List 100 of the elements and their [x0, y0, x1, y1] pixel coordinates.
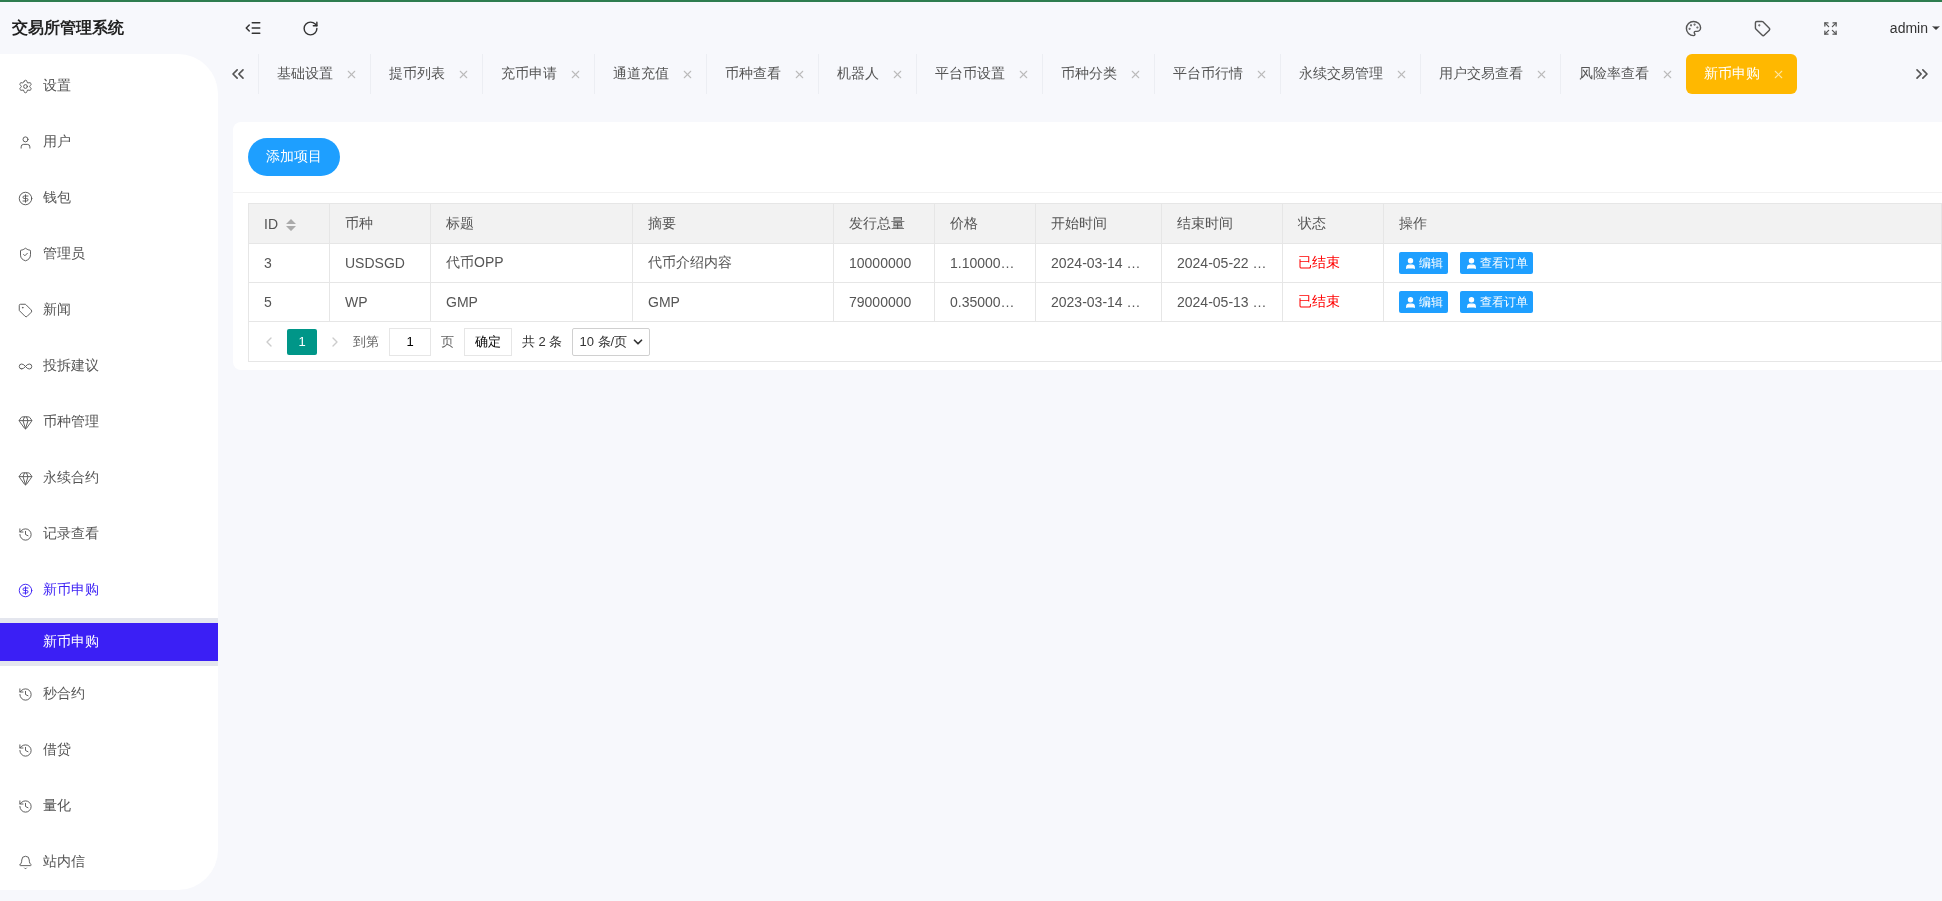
tab[interactable]: 基础设置: [258, 54, 370, 94]
tab-label: 基础设置: [277, 65, 333, 83]
dollar-icon: [18, 582, 33, 598]
tab[interactable]: 提币列表: [370, 54, 482, 94]
tab[interactable]: 用户交易查看: [1420, 54, 1560, 94]
user-icon: [1464, 256, 1478, 270]
user-icon: [1403, 256, 1417, 270]
tab-label: 永续交易管理: [1299, 65, 1383, 83]
tab-label: 充币申请: [501, 65, 557, 83]
table-cell: WP: [329, 282, 431, 322]
tab[interactable]: 永续交易管理: [1280, 54, 1420, 94]
sidebar-item[interactable]: 站内信: [0, 834, 218, 890]
table-cell: 0.35000…: [934, 282, 1036, 322]
sidebar-item[interactable]: 新币申购: [0, 562, 218, 618]
tab[interactable]: 机器人: [818, 54, 916, 94]
tab-label: 币种查看: [725, 65, 781, 83]
fullscreen-icon[interactable]: [1822, 20, 1838, 36]
shield-icon: [18, 246, 33, 262]
history-icon: [18, 526, 33, 542]
confirm-button[interactable]: 确定: [464, 327, 512, 356]
table-cell: 2024-03-14 …: [1035, 243, 1162, 283]
sidebar-item[interactable]: 设置: [0, 58, 218, 114]
settings-icon: [18, 78, 33, 94]
sidebar-item[interactable]: 量化: [0, 778, 218, 834]
sidebar-label: 记录查看: [43, 525, 99, 543]
sidebar-item[interactable]: 记录查看: [0, 506, 218, 562]
app-title: 交易所管理系统: [11, 17, 125, 38]
column-header: 操作: [1383, 203, 1942, 244]
sidebar-item[interactable]: 币种管理: [0, 394, 218, 450]
sidebar-label: 借贷: [43, 741, 71, 759]
user-menu[interactable]: admin: [1889, 20, 1942, 36]
column-header[interactable]: ID: [248, 203, 330, 244]
dollar-icon: [18, 190, 33, 206]
sidebar-label: 设置: [43, 77, 71, 95]
sidebar-label: 新币申购: [43, 581, 99, 599]
table-cell: 5: [248, 282, 330, 322]
refresh-icon[interactable]: [302, 19, 319, 37]
sidebar-item[interactable]: 永续合约: [0, 450, 218, 506]
table-cell: 代币OPP: [430, 243, 633, 283]
sidebar-item[interactable]: 新闻: [0, 282, 218, 338]
tab-label: 提币列表: [389, 65, 445, 83]
tab[interactable]: 币种查看: [706, 54, 818, 94]
sidebar-item[interactable]: 管理员: [0, 226, 218, 282]
tab-label: 机器人: [837, 65, 879, 83]
column-header: 发行总量: [833, 203, 935, 244]
sidebar-label: 管理员: [43, 245, 85, 263]
gem-icon: [18, 414, 33, 430]
tab[interactable]: 币种分类: [1042, 54, 1154, 94]
tab[interactable]: 平台币行情: [1154, 54, 1280, 94]
page-input[interactable]: 1: [389, 327, 431, 356]
palette-icon[interactable]: [1684, 19, 1702, 37]
tab[interactable]: 充币申请: [482, 54, 594, 94]
sidebar-label: 钱包: [43, 189, 71, 207]
bell-icon: [18, 854, 33, 870]
table-cell: 2024-05-13 …: [1161, 282, 1282, 322]
sidebar-item[interactable]: 秒合约: [0, 666, 218, 722]
table-cell: 已结束: [1282, 282, 1383, 322]
column-header: 币种: [329, 203, 431, 244]
gem-icon: [18, 470, 33, 486]
tab-label: 风险率查看: [1579, 65, 1649, 83]
tab-label: 平台币设置: [935, 65, 1005, 83]
table-cell: 已结束: [1282, 243, 1383, 283]
table-cell: GMP: [430, 282, 633, 322]
page-unit: 页: [441, 332, 454, 351]
sidebar-item[interactable]: 投拆建议: [0, 338, 218, 394]
tag-icon: [18, 302, 33, 318]
table-cell: 1.10000…: [934, 243, 1036, 283]
sidebar-item[interactable]: 用户: [0, 114, 218, 170]
menu-icon[interactable]: [244, 19, 262, 37]
sidebar-label: 用户: [43, 133, 71, 151]
tab[interactable]: 平台币设置: [916, 54, 1042, 94]
tab-label: 平台币行情: [1173, 65, 1243, 83]
table-cell: 10000000: [833, 243, 935, 283]
history-icon: [18, 742, 33, 758]
sidebar-label: 投拆建议: [43, 357, 99, 375]
tab[interactable]: 通道充值: [594, 54, 706, 94]
sidebar-label: 永续合约: [43, 469, 99, 487]
column-header: 摘要: [632, 203, 834, 244]
sidebar-label: 秒合约: [43, 685, 85, 703]
sidebar-label: 币种管理: [43, 413, 99, 431]
sidebar-item[interactable]: 借贷: [0, 722, 218, 778]
table-cell: 2023-03-14 …: [1035, 282, 1162, 322]
column-header: 价格: [934, 203, 1036, 244]
column-header: 状态: [1282, 203, 1383, 244]
table-cell: 79000000: [833, 282, 935, 322]
user-icon: [1464, 295, 1478, 309]
column-header: 标题: [430, 203, 633, 244]
sort-icon: [286, 218, 296, 231]
page-number[interactable]: 1: [287, 328, 317, 355]
history-icon: [18, 686, 33, 702]
total-count: 共 2 条: [522, 332, 563, 351]
tab-label: 用户交易查看: [1439, 65, 1523, 83]
sidebar-label: 新闻: [43, 301, 71, 319]
sidebar-label: 量化: [43, 797, 71, 815]
sidebar-item[interactable]: 钱包: [0, 170, 218, 226]
table-cell: USDSGD: [329, 243, 431, 283]
user-icon: [18, 134, 33, 150]
page-size-select[interactable]: 10 条/页: [572, 327, 651, 356]
tag-icon[interactable]: [1753, 19, 1771, 37]
sidebar-subitem[interactable]: 新币申购: [0, 618, 218, 666]
